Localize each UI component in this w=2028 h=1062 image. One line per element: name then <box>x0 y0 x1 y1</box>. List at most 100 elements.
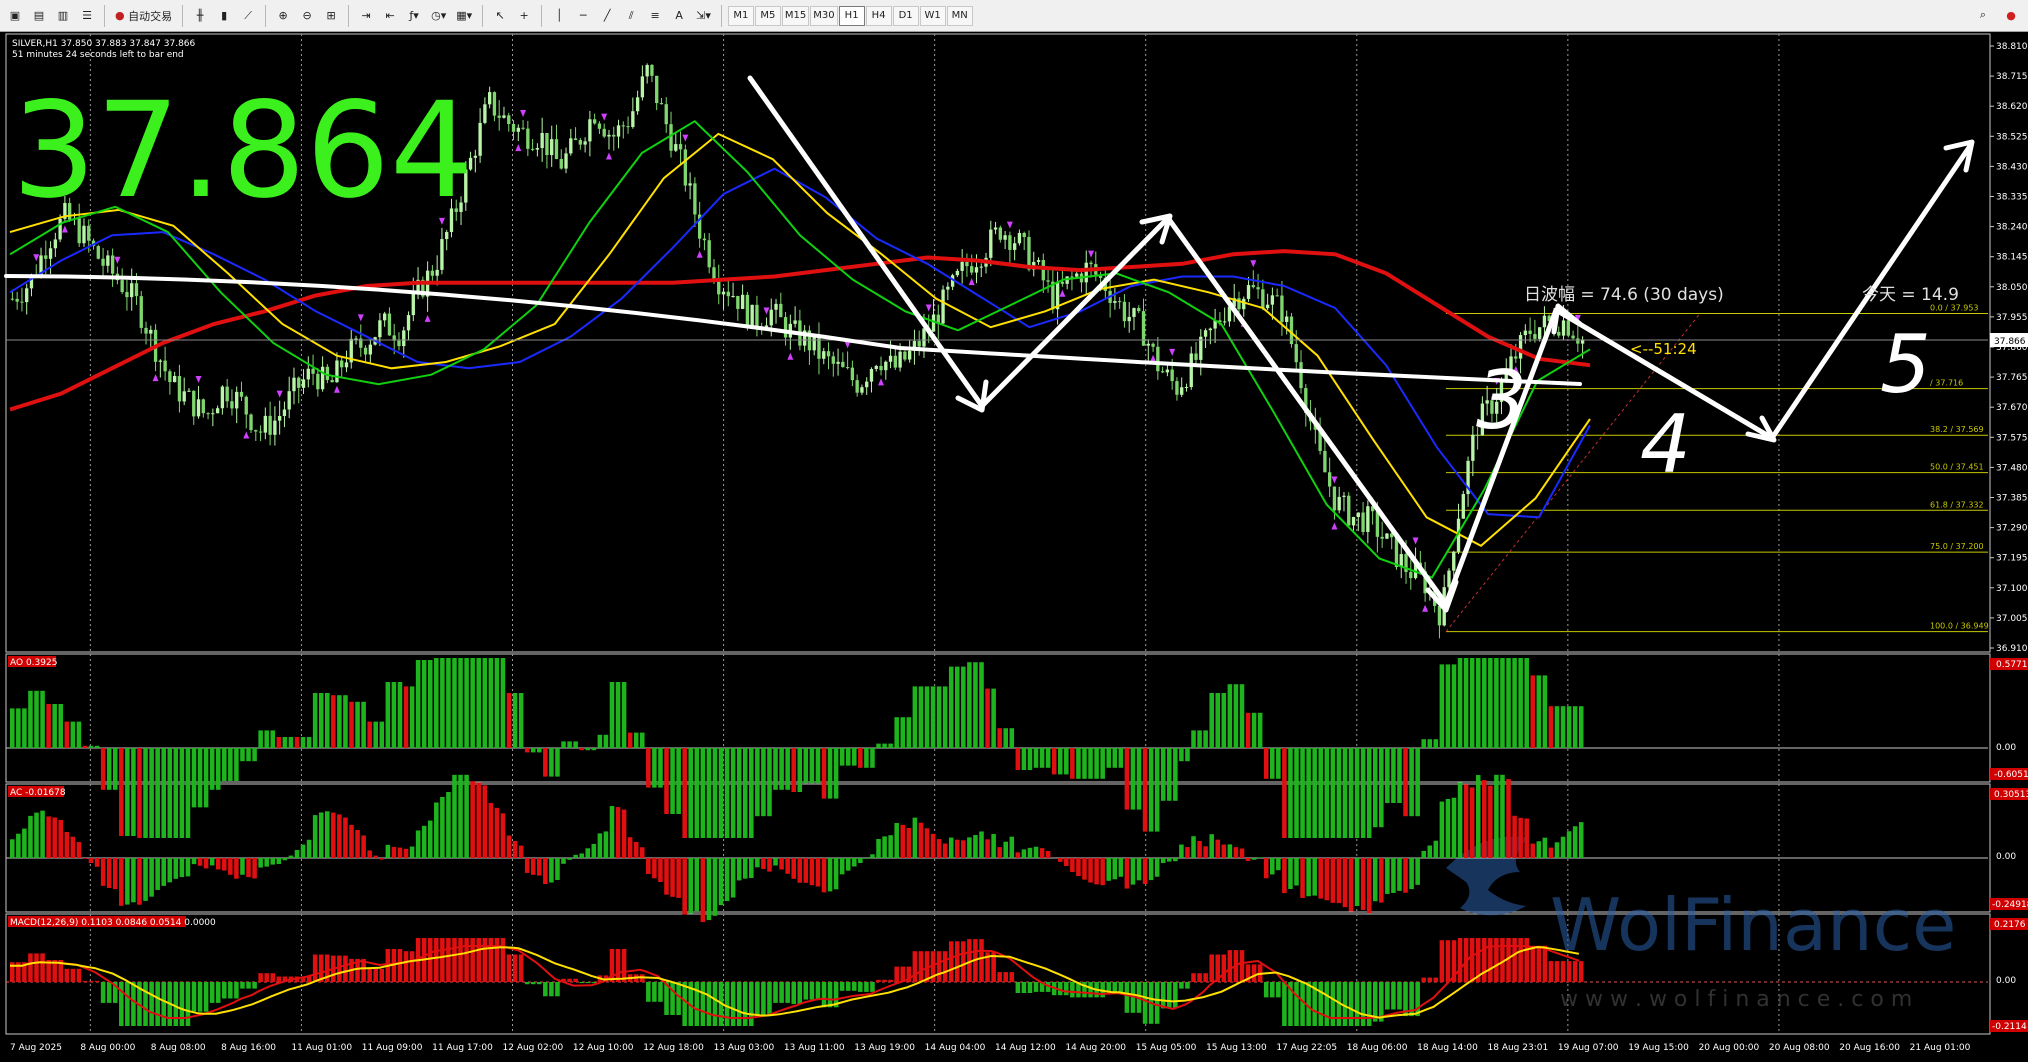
candle-body <box>1036 260 1041 262</box>
macd-bar <box>1354 982 1360 1026</box>
bar-chart-icon[interactable]: ╫ <box>189 5 211 27</box>
macd-bar <box>40 953 45 982</box>
candle-body <box>507 115 511 124</box>
macd-bar <box>367 968 372 982</box>
candle-body <box>845 367 850 369</box>
timeframe-m1[interactable]: M1 <box>727 5 754 26</box>
ac-label: AC -0.01678 <box>10 788 66 798</box>
candle-body <box>1447 570 1451 588</box>
macd-bar <box>1270 982 1275 998</box>
periods-icon[interactable]: ◷▾ <box>427 5 450 27</box>
candle-body <box>1242 298 1246 310</box>
cursor-icon[interactable]: ↖ <box>489 5 511 27</box>
text-tool-icon[interactable]: A <box>668 5 690 27</box>
histogram-bar <box>397 847 403 858</box>
histogram-bar <box>355 701 360 748</box>
trendline-icon[interactable]: ╱ <box>596 5 618 27</box>
candle-body <box>306 368 310 380</box>
line-chart-icon[interactable]: ⟋ <box>237 5 259 27</box>
histogram-bar <box>143 748 148 838</box>
time-label: 7 Aug 2025 <box>10 1043 62 1053</box>
macd-bar <box>827 982 833 1008</box>
candle-body <box>1008 235 1012 250</box>
time-label: 15 Aug 13:00 <box>1206 1043 1267 1053</box>
histogram-bar <box>185 858 191 877</box>
zoom-in-icon[interactable]: ⊕ <box>272 5 294 27</box>
candle-body <box>1366 506 1370 532</box>
tile-windows-icon[interactable]: ⊞ <box>320 5 342 27</box>
fibonacci-icon[interactable]: ≡ <box>644 5 666 27</box>
histogram-bar <box>440 796 445 858</box>
histogram-bar <box>1167 748 1172 801</box>
price-chart[interactable]: WolFinance w w w . w o l f i n a n c e .… <box>0 32 2028 1062</box>
macd-bar <box>518 954 524 982</box>
timeframe-m30[interactable]: M30 <box>810 5 838 26</box>
auto-scroll-icon[interactable]: ⇥ <box>355 5 377 27</box>
histogram-bar <box>858 748 863 768</box>
histogram-bar <box>864 748 869 768</box>
histogram-bar <box>997 728 1002 748</box>
time-label: 19 Aug 15:00 <box>1628 1043 1689 1053</box>
indicators-icon[interactable]: ƒ▾ <box>403 5 425 27</box>
histogram-bar <box>900 824 906 858</box>
candle-body <box>817 335 821 359</box>
candle-body <box>602 128 606 137</box>
candle-body <box>717 280 721 295</box>
profiles-icon[interactable]: ▤ <box>28 5 50 27</box>
new-chart-icon[interactable]: ▣ <box>4 5 26 27</box>
macd-bar <box>343 955 348 982</box>
candle-body <box>1542 315 1547 328</box>
candle-body <box>106 255 110 266</box>
toolbar-divider <box>482 4 484 27</box>
chart-shift-icon[interactable]: ⇤ <box>379 5 401 27</box>
histogram-bar <box>755 858 760 868</box>
timeframe-h4[interactable]: H4 <box>865 5 892 26</box>
macd-bar <box>131 982 136 1026</box>
macd-bar <box>1124 982 1130 1013</box>
histogram-bar <box>633 841 639 858</box>
market-watch-icon[interactable]: ▥ <box>52 5 74 27</box>
fib-level-label: 50.0 / 37.451 <box>1930 463 1984 472</box>
timeframe-m15[interactable]: M15 <box>781 5 810 26</box>
candlestick-icon[interactable]: ▮ <box>213 5 235 27</box>
macd-bar <box>585 982 591 984</box>
alert-icon[interactable]: ● <box>2000 4 2022 26</box>
macd-bar <box>1348 982 1354 1026</box>
time-label: 19 Aug 07:00 <box>1558 1043 1619 1053</box>
histogram-bar <box>1336 858 1342 904</box>
macd-bar <box>948 941 954 982</box>
macd-bar <box>815 982 821 1000</box>
macd-bar <box>215 982 221 1003</box>
timeframe-mn[interactable]: MN <box>946 5 973 26</box>
arrows-icon[interactable]: ⇲▾ <box>692 5 715 27</box>
timeframe-w1[interactable]: W1 <box>919 5 946 26</box>
macd-bar <box>749 982 754 1026</box>
histogram-bar <box>688 748 694 838</box>
zoom-out-icon[interactable]: ⊖ <box>296 5 318 27</box>
histogram-bar <box>1106 858 1111 881</box>
candle-body <box>1261 289 1265 309</box>
price-axis[interactable]: 38.810 38.715 38.620 38.525 38.430 38.335 38.2… <box>1990 42 2028 654</box>
timeframe-h1[interactable]: H1 <box>838 5 865 26</box>
crosshair-icon[interactable]: + <box>513 5 535 27</box>
horizontal-line-icon[interactable]: ─ <box>572 5 594 27</box>
candle-body <box>578 139 583 145</box>
histogram-bar <box>228 858 233 875</box>
vertical-line-icon[interactable]: │ <box>548 5 570 27</box>
histogram-bar <box>1306 858 1311 897</box>
macd-bar <box>1209 954 1214 982</box>
macd-bar <box>100 982 106 1003</box>
timeframe-d1[interactable]: D1 <box>892 5 919 26</box>
autotrade-button[interactable]: ● 自动交易 <box>111 5 176 27</box>
histogram-bar <box>1082 748 1087 779</box>
candle-body <box>110 255 115 274</box>
templates-icon[interactable]: ▦▾ <box>452 5 476 27</box>
histogram-bar <box>1542 837 1548 858</box>
histogram-bar <box>1191 836 1196 858</box>
channel-icon[interactable]: ⫽ <box>620 5 642 27</box>
navigator-icon[interactable]: ☰ <box>76 5 98 27</box>
macd-bar <box>1578 961 1584 982</box>
timeframe-m5[interactable]: M5 <box>754 5 781 26</box>
candle-body <box>993 227 998 230</box>
search-icon[interactable]: ⌕ <box>1972 4 1994 26</box>
